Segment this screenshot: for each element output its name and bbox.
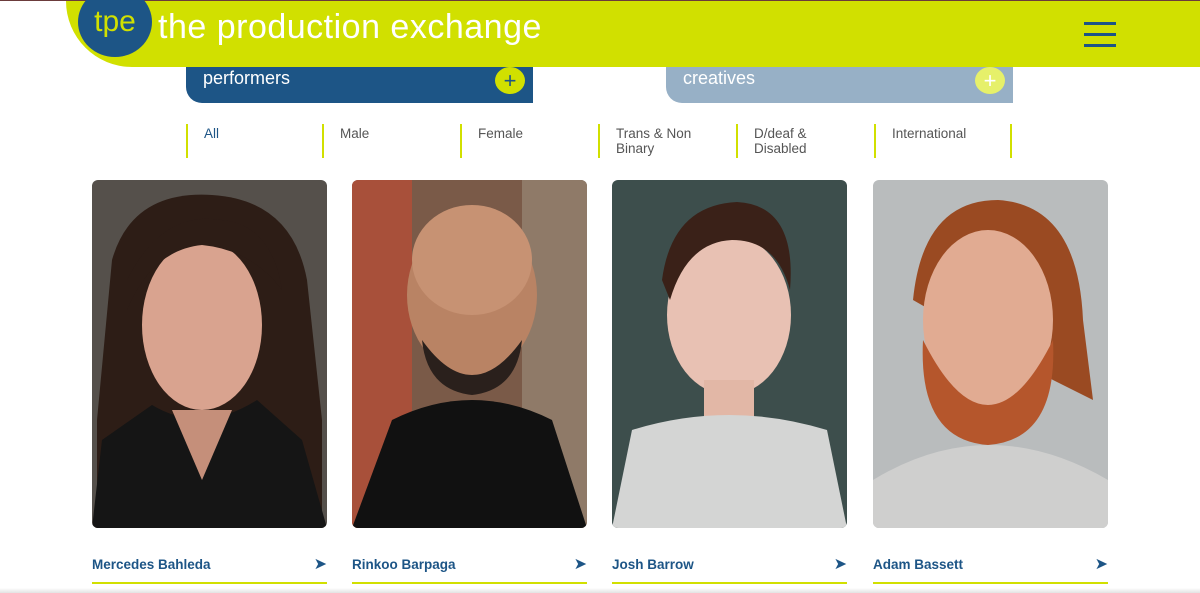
card-underline: [92, 582, 327, 584]
tab-performers[interactable]: performers +: [186, 67, 533, 103]
menu-bar: [1084, 44, 1116, 47]
filter-label: International: [892, 126, 967, 141]
plus-icon[interactable]: +: [975, 67, 1005, 94]
arrow-right-icon[interactable]: ➤: [834, 554, 847, 574]
arrow-right-icon[interactable]: ➤: [1095, 554, 1108, 574]
tab-creatives[interactable]: creatives +: [666, 67, 1013, 103]
site-title[interactable]: the production exchange: [158, 7, 542, 47]
performer-name[interactable]: Adam Bassett: [873, 557, 963, 572]
filter-label: D/deaf & Disabled: [754, 126, 807, 156]
card-underline: [612, 582, 847, 584]
filter-divider: [1010, 124, 1012, 158]
filter-male[interactable]: Male: [322, 124, 460, 158]
logo[interactable]: tpe: [78, 0, 152, 57]
hamburger-menu-icon[interactable]: [1084, 20, 1118, 50]
filter-all[interactable]: All: [186, 124, 322, 158]
card-underline: [352, 582, 587, 584]
filter-label: Female: [478, 126, 524, 141]
filter-label: Trans & Non Binary: [616, 126, 692, 156]
filter-female[interactable]: Female: [460, 124, 596, 158]
performer-photo[interactable]: [612, 180, 847, 528]
performer-name[interactable]: Josh Barrow: [612, 557, 694, 572]
logo-text: tpe: [94, 5, 136, 38]
arrow-right-icon[interactable]: ➤: [574, 554, 587, 574]
plus-icon[interactable]: +: [495, 67, 525, 94]
filter-label: All: [204, 126, 220, 141]
tab-creatives-label: creatives: [683, 68, 756, 88]
filter-label: Male: [340, 126, 370, 141]
tab-performers-label: performers: [203, 68, 291, 88]
menu-bar: [1084, 33, 1116, 36]
filter-trans-non-binary[interactable]: Trans & Non Binary: [598, 124, 736, 158]
performer-name[interactable]: Mercedes Bahleda: [92, 557, 211, 572]
menu-bar: [1084, 22, 1116, 25]
filter-deaf-disabled[interactable]: D/deaf & Disabled: [736, 124, 874, 158]
arrow-right-icon[interactable]: ➤: [314, 554, 327, 574]
card-underline: [873, 582, 1108, 584]
site-header: tpe the production exchange: [66, 0, 1200, 67]
performer-photo[interactable]: [873, 180, 1108, 528]
performer-name[interactable]: Rinkoo Barpaga: [352, 557, 456, 572]
bottom-shadow: [0, 588, 1200, 593]
filter-international[interactable]: International: [874, 124, 1010, 158]
performer-photo[interactable]: [352, 180, 587, 528]
performer-photo[interactable]: [92, 180, 327, 528]
